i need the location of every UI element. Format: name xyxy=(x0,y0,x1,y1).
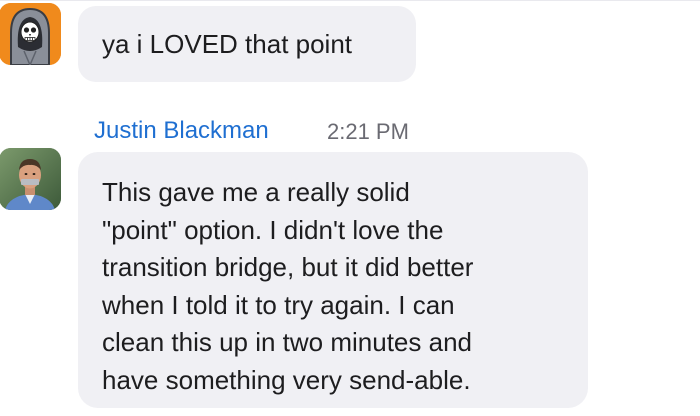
message-text-line: "point" option. I didn't love the xyxy=(102,214,444,245)
message-text: This gave me a really solid "point" opti… xyxy=(102,174,582,399)
message-bubble: ya i LOVED that point xyxy=(78,6,416,82)
message-text-line: when I told it to try again. I can xyxy=(102,289,455,320)
message-text-line: This gave me a really solid xyxy=(102,177,410,207)
avatar[interactable] xyxy=(0,148,61,210)
message-bubble: This gave me a really solid "point" opti… xyxy=(78,152,588,408)
message-text: ya i LOVED that point xyxy=(102,29,353,59)
message-text-line: transition bridge, but it did better xyxy=(102,252,474,282)
person-photo-icon xyxy=(0,148,61,210)
sender-name[interactable]: Justin Blackman xyxy=(94,116,269,146)
avatar[interactable] xyxy=(0,3,61,65)
message-text-line: have something very send-able. xyxy=(102,364,471,395)
message-text-line: clean this up in two minutes and xyxy=(102,327,472,357)
message-row: ya i LOVED that point xyxy=(0,0,700,90)
grim-reaper-avatar-icon xyxy=(0,3,61,65)
message-timestamp: 2:21 PM xyxy=(327,119,409,144)
